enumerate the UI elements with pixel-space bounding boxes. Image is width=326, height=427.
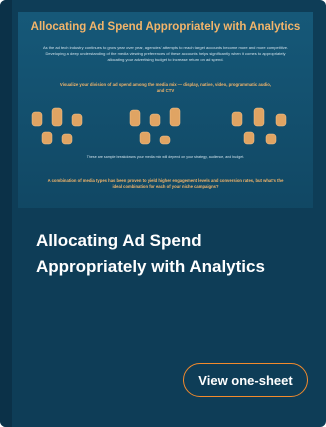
card-edge	[0, 0, 12, 427]
media-bar	[253, 107, 265, 127]
media-bar	[149, 113, 161, 127]
media-bar	[129, 109, 141, 127]
media-mix-group	[231, 107, 287, 145]
media-bar	[275, 113, 287, 127]
media-bar	[169, 107, 181, 127]
media-bar	[61, 133, 73, 145]
media-mix-graphic	[31, 107, 287, 145]
thumbnail-intro: As the ad tech industry continues to gro…	[42, 45, 289, 62]
media-bar	[231, 111, 243, 127]
media-bar	[51, 107, 63, 127]
media-bar	[139, 131, 151, 145]
card-title: Allocating Ad Spend Appropriately with A…	[36, 231, 265, 276]
media-bar	[159, 135, 171, 145]
media-bar	[265, 133, 277, 145]
media-bar	[71, 113, 83, 127]
thumbnail-bottom-text: A combination of media types has been pr…	[47, 178, 284, 189]
media-bar	[31, 111, 43, 127]
thumbnail-subheading: Visualize your division of ad spend amon…	[59, 82, 272, 93]
media-mix-group	[129, 107, 181, 145]
resource-card[interactable]: Allocating Ad Spend Appropriately with A…	[0, 0, 326, 427]
thumbnail-title: Allocating Ad Spend Appropriately with A…	[30, 21, 301, 33]
thumbnail-note: These are sample breakdowns your media m…	[86, 155, 245, 159]
media-mix-group	[31, 107, 83, 145]
one-sheet-thumbnail[interactable]: Allocating Ad Spend Appropriately with A…	[18, 12, 313, 208]
view-one-sheet-button[interactable]: View one-sheet	[183, 363, 308, 397]
media-bar	[41, 131, 53, 145]
media-bar	[243, 131, 255, 145]
